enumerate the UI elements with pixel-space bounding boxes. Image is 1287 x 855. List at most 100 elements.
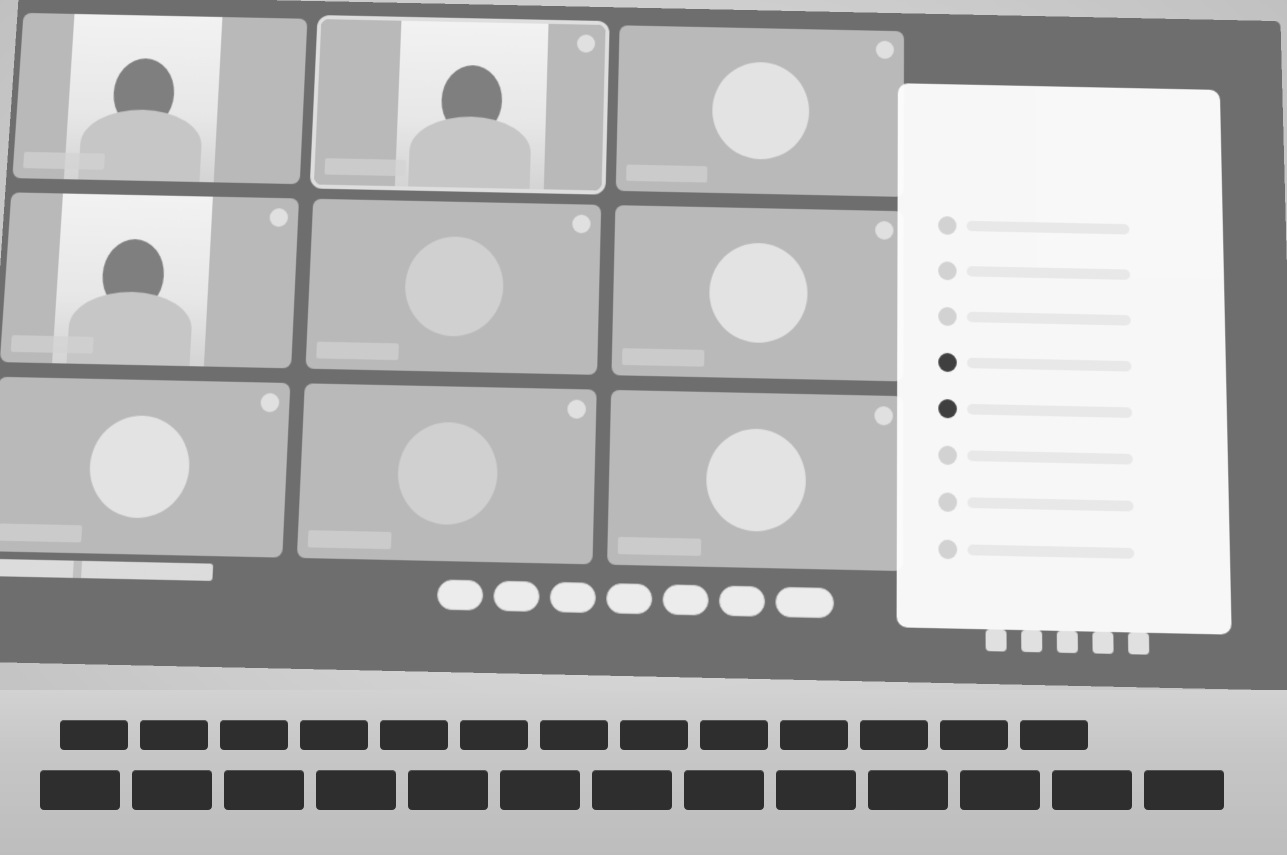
participant-avatar xyxy=(708,242,808,344)
participant-video xyxy=(394,20,549,190)
participant-name xyxy=(307,530,392,550)
keyboard-key xyxy=(460,720,528,750)
meeting-right-icons xyxy=(985,629,1150,655)
keyboard-key xyxy=(868,770,948,810)
keyboard-key xyxy=(1052,770,1132,810)
participant-tile[interactable] xyxy=(309,14,610,195)
keyboard-key xyxy=(540,720,608,750)
present-button[interactable] xyxy=(662,584,709,616)
meeting-controls xyxy=(436,579,835,619)
keyboard xyxy=(0,690,1287,855)
keyboard-key xyxy=(960,770,1040,810)
panel-row[interactable] xyxy=(938,352,1132,376)
pin-icon[interactable] xyxy=(567,399,587,419)
participant-avatar xyxy=(86,414,192,519)
panel-row[interactable] xyxy=(938,445,1133,469)
panel-row[interactable] xyxy=(938,306,1131,330)
pin-icon[interactable] xyxy=(576,34,596,53)
keyboard-key xyxy=(40,770,120,810)
function-key-row xyxy=(60,720,1088,750)
keyboard-key xyxy=(220,720,288,750)
pin-icon[interactable] xyxy=(875,40,894,60)
keyboard-key xyxy=(940,720,1008,750)
pin-icon[interactable] xyxy=(260,392,280,413)
participant-tile[interactable] xyxy=(296,383,597,565)
panel-text-line xyxy=(967,403,1133,418)
photo xyxy=(0,0,1287,855)
keyboard-key xyxy=(700,720,768,750)
participant-name xyxy=(324,158,407,177)
participant-avatar xyxy=(403,235,505,338)
participant-tile[interactable] xyxy=(12,12,308,185)
mic-button[interactable] xyxy=(436,579,484,611)
participant-name xyxy=(621,348,705,367)
lock-icon[interactable] xyxy=(1127,632,1150,655)
panel-text-line xyxy=(966,266,1131,280)
panel-avatar xyxy=(938,261,957,281)
keyboard-key xyxy=(620,720,688,750)
panel-row[interactable] xyxy=(938,399,1133,422)
panel-text-line xyxy=(967,357,1132,372)
info-icon[interactable] xyxy=(985,629,1007,652)
participant-name xyxy=(10,335,94,354)
panel-avatar xyxy=(938,306,957,327)
participant-tile[interactable] xyxy=(611,205,904,382)
chat-icon[interactable] xyxy=(1056,630,1078,654)
raise-hand-button[interactable] xyxy=(605,583,653,615)
keyboard-key xyxy=(132,770,212,810)
keyboard-key xyxy=(500,770,580,810)
pin-icon[interactable] xyxy=(875,220,894,240)
panel-text-line xyxy=(967,450,1133,465)
participant-body xyxy=(408,115,533,190)
panel-avatar xyxy=(938,352,957,373)
keyboard-key xyxy=(380,720,448,750)
panel-avatar xyxy=(938,445,957,466)
pin-icon[interactable] xyxy=(874,406,893,426)
panel-avatar xyxy=(938,492,958,513)
keyboard-key xyxy=(780,720,848,750)
panel-row[interactable] xyxy=(938,216,1130,239)
panel-avatar xyxy=(938,216,957,235)
participant-tile[interactable] xyxy=(0,376,291,558)
panel-avatar xyxy=(938,539,958,560)
participant-tile[interactable] xyxy=(305,198,602,375)
panel-text-line xyxy=(966,220,1130,235)
video-grid xyxy=(0,12,905,572)
panel-avatar xyxy=(938,399,957,419)
panel-text-line xyxy=(967,544,1135,559)
laptop-screen xyxy=(0,0,1287,691)
people-icon[interactable] xyxy=(1021,630,1043,653)
keyboard-key xyxy=(592,770,672,810)
side-panel xyxy=(896,83,1232,635)
keyboard-key xyxy=(408,770,488,810)
participant-tile[interactable] xyxy=(0,192,300,369)
keyboard-key xyxy=(860,720,928,750)
captions-button[interactable] xyxy=(549,581,597,614)
panel-row[interactable] xyxy=(938,492,1134,515)
participant-tile[interactable] xyxy=(607,389,904,572)
leave-button[interactable] xyxy=(775,586,835,619)
keyboard-key xyxy=(1020,720,1088,750)
number-key-row xyxy=(40,770,1224,810)
keyboard-key xyxy=(224,770,304,810)
participant-name xyxy=(617,536,702,556)
keyboard-key xyxy=(316,770,396,810)
pin-icon[interactable] xyxy=(572,214,591,234)
camera-button[interactable] xyxy=(493,580,540,612)
meeting-info xyxy=(0,558,214,581)
keyboard-key xyxy=(60,720,128,750)
keyboard-key xyxy=(1144,770,1224,810)
keyboard-key xyxy=(684,770,764,810)
participant-avatar xyxy=(711,61,810,161)
panel-row[interactable] xyxy=(938,539,1135,564)
more-button[interactable] xyxy=(718,585,766,617)
participant-body xyxy=(66,290,194,367)
activities-icon[interactable] xyxy=(1092,631,1114,654)
pin-icon[interactable] xyxy=(269,208,289,227)
keyboard-key xyxy=(140,720,208,750)
panel-text-line xyxy=(967,497,1134,512)
participant-tile[interactable] xyxy=(615,25,905,197)
participant-avatar xyxy=(396,421,499,526)
panel-row[interactable] xyxy=(938,261,1131,284)
panel-text-line xyxy=(966,311,1131,326)
